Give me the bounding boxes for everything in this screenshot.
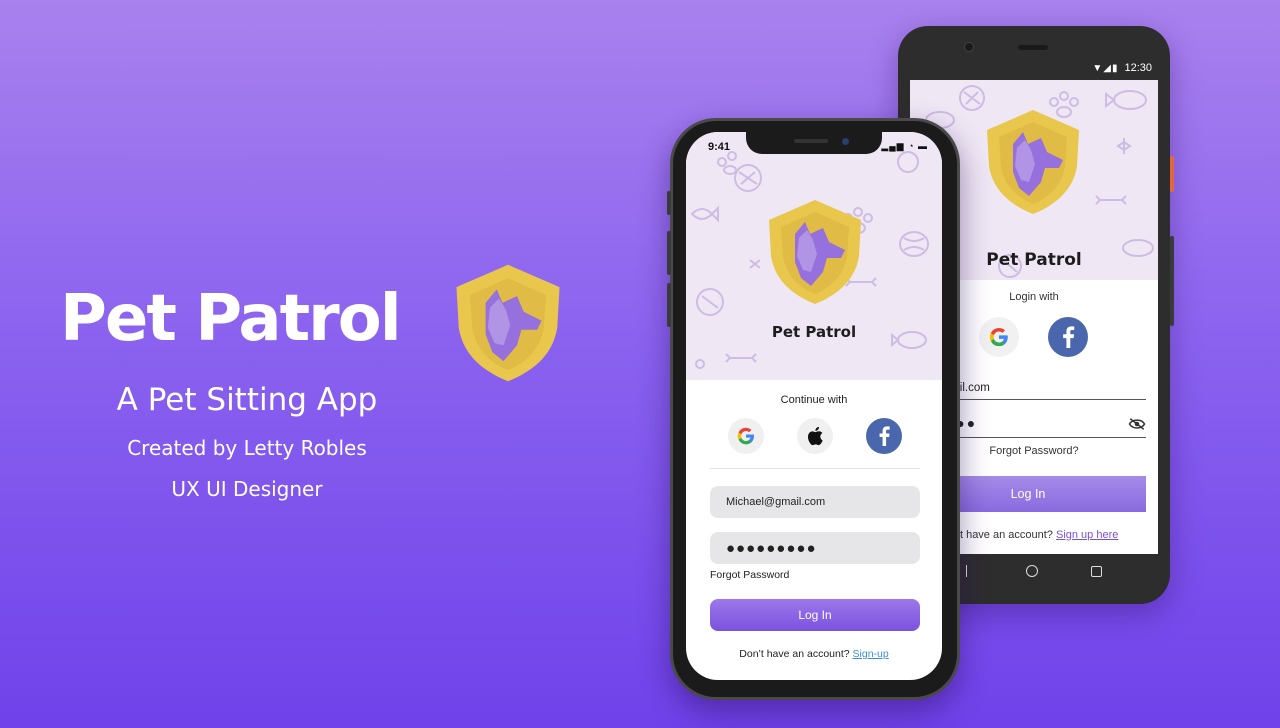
iphone-notch	[746, 132, 882, 154]
android-power-button	[1170, 236, 1174, 326]
iphone-forgot-password-link[interactable]: Forgot Password	[710, 569, 789, 581]
android-shield-logo-icon	[987, 110, 1079, 214]
google-icon	[989, 327, 1008, 347]
hero-subtitle: A Pet Sitting App	[116, 382, 378, 418]
shield-logo-icon	[456, 264, 560, 382]
iphone-email-field[interactable]: Michael@gmail.com	[710, 486, 920, 518]
iphone-volume-down	[667, 283, 671, 327]
apple-icon	[807, 426, 823, 446]
signal-wifi-battery-icon: ▂▄▆ ◔ ▬	[881, 141, 928, 151]
iphone-facebook-button[interactable]	[866, 418, 902, 454]
nav-home-icon[interactable]	[1026, 565, 1039, 577]
android-status-time: 12:30	[1124, 62, 1152, 74]
hero-credit: Created by Letty Robles	[127, 436, 367, 460]
android-status-bar: ▼◢▮ 12:30	[910, 62, 1158, 80]
nav-recents-icon[interactable]	[1090, 565, 1102, 577]
signal-battery-icon: ▼◢▮	[1092, 63, 1119, 74]
iphone-camera	[842, 138, 849, 145]
facebook-icon	[879, 426, 890, 446]
iphone-email-value: Michael@gmail.com	[726, 496, 826, 508]
iphone-mute-switch	[667, 191, 671, 215]
iphone-volume-up	[667, 231, 671, 275]
iphone-google-button[interactable]	[728, 418, 764, 454]
iphone-apple-button[interactable]	[797, 418, 833, 454]
iphone-login-button[interactable]: Log In	[710, 599, 920, 631]
iphone-header-pattern: 9:41 ▂▄▆ ◔ ▬ Pet Patrol	[686, 132, 942, 380]
iphone-continue-with-label: Continue with	[780, 394, 848, 406]
iphone-signup-prompt: Don’t have an account?	[739, 648, 850, 660]
android-camera	[964, 42, 974, 52]
eye-off-icon[interactable]	[1128, 417, 1146, 431]
android-facebook-button[interactable]	[1048, 317, 1088, 357]
iphone-password-field[interactable]: ●●●●●●●●●	[710, 532, 920, 564]
android-google-button[interactable]	[979, 317, 1019, 357]
google-icon	[737, 427, 754, 445]
iphone-shield-logo-icon	[769, 200, 861, 304]
nav-back-icon[interactable]	[966, 565, 974, 577]
iphone-signup-row: Don’t have an account? Sign-up	[686, 648, 942, 660]
iphone-speaker	[794, 139, 828, 143]
iphone-status-time: 9:41	[708, 141, 731, 153]
android-volume-button	[1170, 156, 1174, 192]
iphone-app-title: Pet Patrol	[771, 323, 857, 341]
iphone-login-screen: 9:41 ▂▄▆ ◔ ▬ Pet Patrol Continue with Mi…	[686, 132, 942, 680]
facebook-icon	[1063, 326, 1075, 348]
hero-role: UX UI Designer	[171, 477, 323, 501]
iphone-divider	[710, 468, 920, 469]
iphone-signup-link[interactable]: Sign-up	[853, 648, 889, 660]
android-signup-prompt: on't have an account?	[945, 529, 1053, 541]
android-speaker	[1018, 45, 1048, 50]
android-signup-link[interactable]: Sign up here	[1056, 529, 1118, 541]
hero-title: Pet Patrol	[60, 282, 402, 356]
iphone-password-value: ●●●●●●●●●	[726, 539, 817, 557]
